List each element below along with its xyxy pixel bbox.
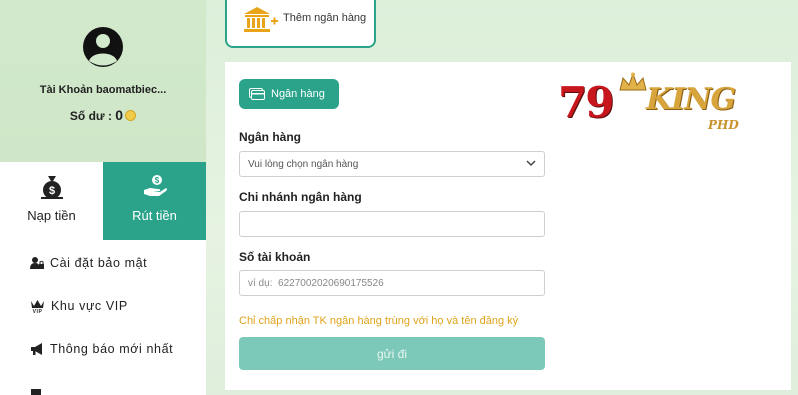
chevron-down-icon (526, 160, 536, 167)
logo-number: 79 (558, 78, 614, 127)
bank-add-icon (244, 7, 278, 32)
bank-section-pill[interactable]: Ngân hàng (239, 79, 339, 109)
bank-card-icon (249, 88, 265, 100)
branch-field-label: Chi nhánh ngân hàng (239, 190, 362, 204)
crown-icon (619, 72, 647, 91)
submit-button[interactable]: gửi đi (239, 337, 545, 370)
account-field-label: Số tài khoản (239, 250, 311, 264)
menu-icon (31, 389, 41, 395)
user-lock-icon (30, 257, 44, 269)
menu-item-partial[interactable] (30, 383, 50, 395)
money-bag-icon: $ (0, 174, 103, 200)
withdraw-tab[interactable]: $ Rút tiền (103, 162, 206, 240)
coin-icon (125, 110, 137, 121)
action-tabs: $ Nạp tiền $ Rút tiền (0, 162, 206, 240)
bank-select[interactable]: Vui lòng chọn ngân hàng (239, 151, 545, 177)
menu-item-label: Thông báo mới nhất (50, 342, 174, 356)
svg-text:VIP: VIP (33, 309, 43, 313)
deposit-tab[interactable]: $ Nạp tiền (0, 162, 103, 240)
branch-input[interactable] (239, 211, 545, 237)
svg-text:$: $ (154, 176, 159, 185)
balance-value: 0 (115, 107, 124, 123)
menu-item-label: Cài đặt bảo mật (50, 256, 148, 270)
avatar-icon (83, 27, 123, 67)
sidebar-menu: Cài đặt bảo mật VIP Khu vực VIP Thông bá… (0, 240, 206, 395)
logo-word: KING (646, 82, 736, 117)
menu-item-announcements[interactable]: Thông báo mới nhất (30, 339, 173, 359)
menu-item-security[interactable]: Cài đặt bảo mật (30, 253, 147, 273)
brand-logo: 79 KING PHD (556, 70, 756, 140)
withdraw-label: Rút tiền (132, 208, 177, 223)
bank-name-notice: Chỉ chấp nhận TK ngân hàng trùng với họ … (239, 315, 519, 327)
svg-text:$: $ (48, 185, 54, 197)
balance: Số dư : 0 (0, 107, 206, 123)
bank-field-label: Ngân hàng (239, 130, 301, 144)
megaphone-icon (31, 343, 42, 355)
deposit-label: Nạp tiền (27, 208, 76, 223)
vip-crown-icon: VIP (31, 300, 44, 313)
sidebar: Tài Khoản baomatbiec... Số dư : 0 $ Nạp … (0, 0, 206, 395)
menu-item-vip[interactable]: VIP Khu vực VIP (30, 296, 128, 316)
account-number-input[interactable] (239, 270, 545, 296)
username: Tài Khoản baomatbiec... (39, 84, 167, 96)
menu-item-label: Khu vực VIP (51, 299, 128, 313)
profile-panel: Tài Khoản baomatbiec... Số dư : 0 (0, 0, 206, 162)
tab-add-bank-label: Thêm ngân hàng (283, 12, 367, 24)
logo-suffix: PHD (708, 118, 739, 132)
bank-section-label: Ngân hàng (271, 88, 325, 100)
bank-select-value: Vui lòng chọn ngân hàng (248, 158, 359, 170)
tab-add-bank[interactable]: Thêm ngân hàng (225, 0, 376, 48)
hand-coin-icon: $ (103, 174, 206, 200)
balance-label: Số dư : (69, 109, 116, 123)
